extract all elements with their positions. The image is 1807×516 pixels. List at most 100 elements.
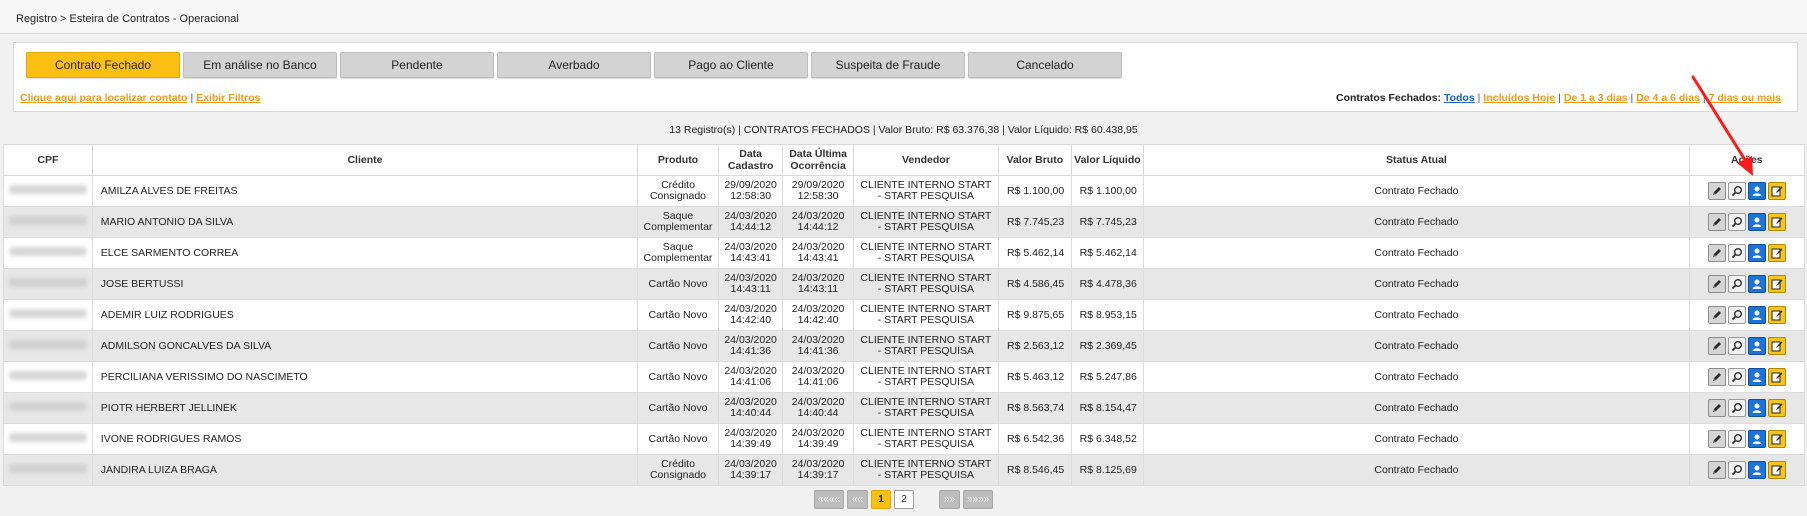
header-status-atual[interactable]: Status Atual (1143, 144, 1690, 176)
cpf-cell (3, 299, 93, 331)
last-page-button[interactable]: »»»» (963, 490, 994, 509)
user-icon[interactable] (1747, 213, 1766, 231)
show-filters-link[interactable]: Exibir Filtros (196, 92, 260, 104)
pencil-icon[interactable] (1707, 399, 1726, 417)
filter-label: Contratos Fechados: (1336, 92, 1442, 104)
pencil-icon[interactable] (1707, 306, 1726, 324)
valor-liquido-cell: R$ 6.348,52 (1070, 423, 1145, 455)
user-icon[interactable] (1747, 430, 1766, 448)
magnifier-icon[interactable] (1727, 337, 1746, 355)
data-cadastro-time: 14:41:06 (730, 376, 772, 388)
pencil-icon[interactable] (1707, 368, 1726, 386)
data-cadastro-time: 14:44:12 (730, 221, 772, 233)
header-data-ultima-ocorrencia[interactable]: Data Última Ocorrência (782, 144, 854, 176)
cliente-cell: ADMILSON GONCALVES DA SILVA (91, 330, 639, 362)
page-2-button[interactable]: 2 (894, 490, 914, 509)
breadcrumb: Registro > Esteira de Contratos - Operac… (0, 0, 1807, 34)
user-icon[interactable] (1747, 461, 1766, 479)
valor-liquido-cell: R$ 8.953,15 (1070, 299, 1145, 331)
table-row[interactable]: IVONE RODRIGUES RAMOS Cartão Novo 24/03/20… (3, 423, 1806, 455)
user-icon[interactable] (1747, 182, 1766, 200)
magnifier-icon[interactable] (1727, 182, 1746, 200)
header-cpf[interactable]: CPF (3, 144, 93, 176)
magnifier-icon[interactable] (1727, 399, 1746, 417)
table-row[interactable]: AMILZA ALVES DE FREITAS Crédito Consignad… (3, 175, 1806, 207)
header-valor-liquido[interactable]: Valor Líquido (1070, 144, 1145, 176)
note-edit-icon[interactable] (1767, 430, 1786, 448)
note-edit-icon[interactable] (1767, 461, 1786, 479)
cpf-redacted (8, 402, 87, 411)
pencil-icon[interactable] (1707, 244, 1726, 262)
header-vendedor[interactable]: Vendedor (852, 144, 1000, 176)
magnifier-icon[interactable] (1727, 275, 1746, 293)
left-links: Clique aqui para localizar contato | Exibi… (20, 92, 260, 104)
tab-pendente[interactable]: Pendente (340, 52, 494, 78)
table-row[interactable]: PERCILIANA VERISSIMO DO NASCIMETO Cartão … (3, 361, 1806, 393)
valor-bruto-cell: R$ 4.586,45 (998, 268, 1072, 300)
magnifier-icon[interactable] (1727, 213, 1746, 231)
tab-em-analise-no-banco[interactable]: Em análise no Banco (183, 52, 337, 78)
row-actions (1694, 244, 1800, 262)
pencil-icon[interactable] (1707, 275, 1726, 293)
user-icon[interactable] (1747, 337, 1766, 355)
pencil-icon[interactable] (1707, 430, 1726, 448)
note-edit-icon[interactable] (1767, 275, 1786, 293)
table-row[interactable]: ADMILSON GONCALVES DA SILVA Cartão Novo 24… (3, 330, 1806, 362)
next-page-button[interactable]: »» (939, 490, 961, 509)
pencil-icon[interactable] (1707, 182, 1726, 200)
locate-contact-link[interactable]: Clique aqui para localizar contato (20, 92, 187, 104)
data-cadastro-time: 14:39:17 (730, 469, 772, 481)
magnifier-icon[interactable] (1727, 461, 1746, 479)
tab-contrato-fechado[interactable]: Contrato Fechado (26, 52, 180, 78)
data-ocorrencia-cell: 24/03/2020 14:39:49 (782, 423, 854, 455)
filter-all-link[interactable]: Todos (1444, 92, 1475, 104)
cpf-cell (3, 268, 93, 300)
first-page-button[interactable]: «««« (813, 490, 844, 509)
data-cadastro-cell: 24/03/2020 14:41:06 (717, 361, 784, 393)
filter-4-6-days-link[interactable]: De 4 a 6 dias (1636, 92, 1700, 104)
user-icon[interactable] (1747, 306, 1766, 324)
magnifier-icon[interactable] (1727, 306, 1746, 324)
magnifier-icon[interactable] (1727, 244, 1746, 262)
table-row[interactable]: JOSE BERTUSSI Cartão Novo 24/03/2020 14:43:… (3, 268, 1806, 300)
filter-today-link[interactable]: Incluídos Hoje (1483, 92, 1555, 104)
note-edit-icon[interactable] (1767, 182, 1786, 200)
tab-cancelado[interactable]: Cancelado (968, 52, 1122, 78)
note-edit-icon[interactable] (1767, 337, 1786, 355)
user-icon[interactable] (1747, 368, 1766, 386)
filter-1-3-days-link[interactable]: De 1 a 3 dias (1564, 92, 1628, 104)
header-produto[interactable]: Produto (637, 144, 719, 176)
pencil-icon[interactable] (1707, 337, 1726, 355)
table-row[interactable]: PIOTR HERBERT JELLINEK Cartão Novo 24/03/2… (3, 392, 1806, 424)
note-edit-icon[interactable] (1767, 244, 1786, 262)
table-row[interactable]: ELCE SARMENTO CORREA Saque Complementar 24… (3, 237, 1806, 269)
note-edit-icon[interactable] (1767, 213, 1786, 231)
filter-panel: Contrato Fechado Em análise no Banco Pen… (13, 42, 1798, 112)
pencil-icon[interactable] (1707, 461, 1726, 479)
status-cell: Contrato Fechado (1143, 175, 1690, 207)
pencil-icon[interactable] (1707, 213, 1726, 231)
magnifier-icon[interactable] (1727, 430, 1746, 448)
header-acoes: Ações (1688, 144, 1806, 176)
user-icon[interactable] (1747, 399, 1766, 417)
note-edit-icon[interactable] (1767, 399, 1786, 417)
table-row[interactable]: ADEMIR LUIZ RODRIGUES Cartão Novo 24/03/20… (3, 299, 1806, 331)
header-valor-bruto[interactable]: Valor Bruto (998, 144, 1072, 176)
user-icon[interactable] (1747, 244, 1766, 262)
tab-averbado[interactable]: Averbado (497, 52, 651, 78)
table-row[interactable]: JANDIRA LUIZA BRAGA Crédito Consignado 24/… (3, 454, 1806, 486)
actions-cell (1688, 175, 1806, 207)
filter-7-days-link[interactable]: 7 dias ou mais (1709, 92, 1781, 104)
tab-suspeita-de-fraude[interactable]: Suspeita de Fraude (811, 52, 965, 78)
prev-page-button[interactable]: «« (846, 490, 868, 509)
magnifier-icon[interactable] (1727, 368, 1746, 386)
note-edit-icon[interactable] (1767, 306, 1786, 324)
page-1-button[interactable]: 1 (871, 490, 891, 509)
header-cliente[interactable]: Cliente (91, 144, 639, 176)
valor-bruto-cell: R$ 5.462,14 (998, 237, 1072, 269)
user-icon[interactable] (1747, 275, 1766, 293)
header-data-cadastro[interactable]: Data Cadastro (717, 144, 784, 176)
note-edit-icon[interactable] (1767, 368, 1786, 386)
table-row[interactable]: MARIO ANTONIO DA SILVA Saque Complementar… (3, 206, 1806, 238)
tab-pago-ao-cliente[interactable]: Pago ao Cliente (654, 52, 808, 78)
